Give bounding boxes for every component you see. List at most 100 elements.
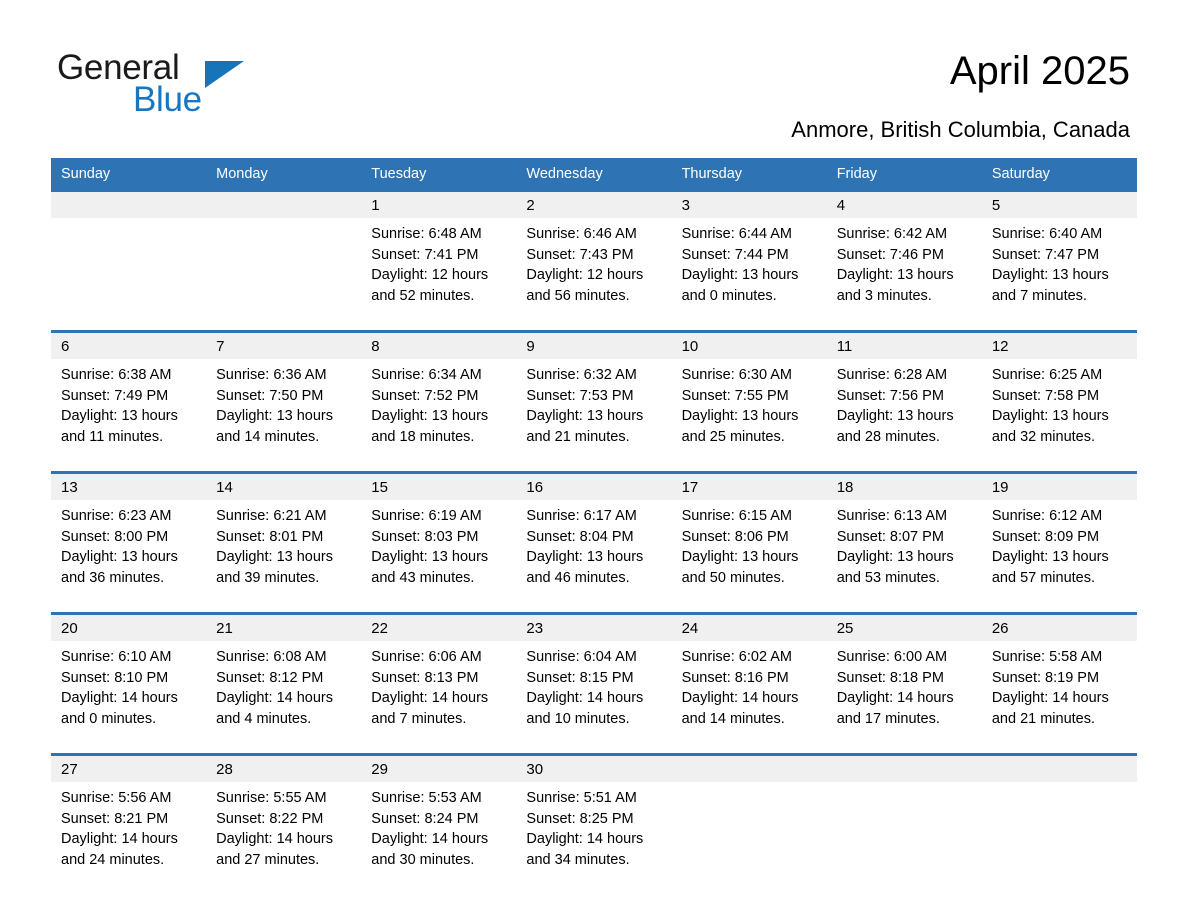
day-cell: Sunrise: 6:36 AM Sunset: 7:50 PM Dayligh…	[206, 359, 362, 473]
day-cell	[671, 782, 827, 886]
day-number: 10	[671, 330, 827, 359]
day-number: 24	[671, 612, 827, 641]
day-detail: Sunrise: 6:13 AM Sunset: 8:07 PM Dayligh…	[836, 508, 954, 586]
week-1-daynumber-row: 1 2 3 4 5	[51, 189, 1137, 218]
day-detail: Sunrise: 6:36 AM Sunset: 7:50 PM Dayligh…	[216, 367, 334, 445]
day-cell: Sunrise: 6:38 AM Sunset: 7:49 PM Dayligh…	[51, 359, 207, 473]
day-cell: Sunrise: 6:21 AM Sunset: 8:01 PM Dayligh…	[206, 500, 362, 614]
day-cell: Sunrise: 6:28 AM Sunset: 7:56 PM Dayligh…	[826, 359, 982, 473]
day-number: 20	[51, 612, 207, 641]
day-cell: Sunrise: 6:19 AM Sunset: 8:03 PM Dayligh…	[361, 500, 517, 614]
day-detail: Sunrise: 5:58 AM Sunset: 8:19 PM Dayligh…	[991, 649, 1109, 727]
day-detail: Sunrise: 6:15 AM Sunset: 8:06 PM Dayligh…	[681, 508, 799, 586]
day-number: 5	[981, 189, 1137, 218]
day-number: 26	[981, 612, 1137, 641]
day-cell: Sunrise: 6:04 AM Sunset: 8:15 PM Dayligh…	[516, 641, 672, 755]
day-cell	[51, 218, 207, 332]
weekday-header-thursday: Thursday	[671, 158, 827, 191]
day-detail: Sunrise: 6:02 AM Sunset: 8:16 PM Dayligh…	[681, 649, 799, 727]
day-cell: Sunrise: 5:53 AM Sunset: 8:24 PM Dayligh…	[361, 782, 517, 886]
week-5-detail-row: Sunrise: 5:56 AM Sunset: 8:21 PM Dayligh…	[51, 782, 1137, 886]
day-cell: Sunrise: 6:23 AM Sunset: 8:00 PM Dayligh…	[51, 500, 207, 614]
day-cell	[981, 782, 1137, 886]
day-number: 11	[826, 330, 982, 359]
day-number: 28	[206, 753, 362, 782]
day-detail: Sunrise: 5:56 AM Sunset: 8:21 PM Dayligh…	[61, 790, 178, 868]
day-detail: Sunrise: 6:21 AM Sunset: 8:01 PM Dayligh…	[216, 508, 334, 586]
week-4-daynumber-row: 20 21 22 23 24 25 26	[51, 612, 1137, 641]
day-number: 21	[206, 612, 362, 641]
day-cell: Sunrise: 5:51 AM Sunset: 8:25 PM Dayligh…	[516, 782, 672, 886]
day-number: 18	[826, 471, 982, 500]
day-number: 22	[361, 612, 517, 641]
day-cell: Sunrise: 6:32 AM Sunset: 7:53 PM Dayligh…	[516, 359, 672, 473]
day-detail: Sunrise: 6:10 AM Sunset: 8:10 PM Dayligh…	[61, 649, 178, 727]
day-number: 12	[981, 330, 1137, 359]
day-number: 13	[51, 471, 207, 500]
day-detail: Sunrise: 6:25 AM Sunset: 7:58 PM Dayligh…	[991, 367, 1109, 445]
week-3-detail-row: Sunrise: 6:23 AM Sunset: 8:00 PM Dayligh…	[51, 500, 1137, 614]
day-number	[671, 753, 827, 782]
week-4-detail-row: Sunrise: 6:10 AM Sunset: 8:10 PM Dayligh…	[51, 641, 1137, 755]
day-detail: Sunrise: 6:06 AM Sunset: 8:13 PM Dayligh…	[371, 649, 489, 727]
day-detail: Sunrise: 6:00 AM Sunset: 8:18 PM Dayligh…	[836, 649, 954, 727]
day-number: 6	[51, 330, 207, 359]
page-subtitle-location: Anmore, British Columbia, Canada	[791, 117, 1130, 142]
day-cell: Sunrise: 6:30 AM Sunset: 7:55 PM Dayligh…	[671, 359, 827, 473]
week-5-daynumber-row: 27 28 29 30	[51, 753, 1137, 782]
day-cell: Sunrise: 6:34 AM Sunset: 7:52 PM Dayligh…	[361, 359, 517, 473]
day-number: 2	[516, 189, 672, 218]
day-cell: Sunrise: 6:17 AM Sunset: 8:04 PM Dayligh…	[516, 500, 672, 614]
day-number: 15	[361, 471, 517, 500]
day-cell: Sunrise: 6:02 AM Sunset: 8:16 PM Dayligh…	[671, 641, 827, 755]
day-number: 4	[826, 189, 982, 218]
weekday-header-friday: Friday	[826, 158, 982, 191]
day-detail: Sunrise: 6:28 AM Sunset: 7:56 PM Dayligh…	[836, 367, 954, 445]
weekday-header-wednesday: Wednesday	[516, 158, 672, 191]
day-number	[206, 189, 362, 218]
day-cell: Sunrise: 6:42 AM Sunset: 7:46 PM Dayligh…	[826, 218, 982, 332]
day-detail: Sunrise: 6:48 AM Sunset: 7:41 PM Dayligh…	[371, 226, 489, 304]
week-1-detail-row: Sunrise: 6:48 AM Sunset: 7:41 PM Dayligh…	[51, 218, 1137, 332]
day-cell: Sunrise: 6:44 AM Sunset: 7:44 PM Dayligh…	[671, 218, 827, 332]
day-number: 16	[516, 471, 672, 500]
calendar-page: General Blue April 2025 Anmore, British …	[0, 0, 1188, 918]
weekday-header-saturday: Saturday	[981, 158, 1137, 191]
day-detail: Sunrise: 6:17 AM Sunset: 8:04 PM Dayligh…	[526, 508, 644, 586]
day-detail: Sunrise: 6:04 AM Sunset: 8:15 PM Dayligh…	[526, 649, 644, 727]
day-cell: Sunrise: 6:00 AM Sunset: 8:18 PM Dayligh…	[826, 641, 982, 755]
day-number: 17	[671, 471, 827, 500]
day-detail: Sunrise: 6:23 AM Sunset: 8:00 PM Dayligh…	[61, 508, 178, 586]
week-2-detail-row: Sunrise: 6:38 AM Sunset: 7:49 PM Dayligh…	[51, 359, 1137, 473]
day-cell: Sunrise: 6:13 AM Sunset: 8:07 PM Dayligh…	[826, 500, 982, 614]
day-cell: Sunrise: 6:15 AM Sunset: 8:06 PM Dayligh…	[671, 500, 827, 614]
day-cell: Sunrise: 5:56 AM Sunset: 8:21 PM Dayligh…	[51, 782, 207, 886]
day-cell: Sunrise: 5:58 AM Sunset: 8:19 PM Dayligh…	[981, 641, 1137, 755]
day-detail: Sunrise: 5:53 AM Sunset: 8:24 PM Dayligh…	[371, 790, 489, 868]
day-cell: Sunrise: 6:10 AM Sunset: 8:10 PM Dayligh…	[51, 641, 207, 755]
day-cell: Sunrise: 6:40 AM Sunset: 7:47 PM Dayligh…	[981, 218, 1137, 332]
day-number: 30	[516, 753, 672, 782]
weekday-header-monday: Monday	[206, 158, 362, 191]
weekday-header-sunday: Sunday	[51, 158, 207, 191]
day-detail: Sunrise: 6:40 AM Sunset: 7:47 PM Dayligh…	[991, 226, 1109, 304]
day-number: 7	[206, 330, 362, 359]
day-detail: Sunrise: 6:34 AM Sunset: 7:52 PM Dayligh…	[371, 367, 489, 445]
day-number: 1	[361, 189, 517, 218]
day-detail: Sunrise: 6:46 AM Sunset: 7:43 PM Dayligh…	[526, 226, 644, 304]
day-cell: Sunrise: 6:08 AM Sunset: 8:12 PM Dayligh…	[206, 641, 362, 755]
day-detail: Sunrise: 5:51 AM Sunset: 8:25 PM Dayligh…	[526, 790, 644, 868]
page-header: General Blue April 2025 Anmore, British …	[0, 0, 1188, 158]
day-cell: Sunrise: 6:46 AM Sunset: 7:43 PM Dayligh…	[516, 218, 672, 332]
week-3-daynumber-row: 13 14 15 16 17 18 19	[51, 471, 1137, 500]
day-number	[981, 753, 1137, 782]
week-2-daynumber-row: 6 7 8 9 10 11 12	[51, 330, 1137, 359]
day-cell: Sunrise: 6:48 AM Sunset: 7:41 PM Dayligh…	[361, 218, 517, 332]
day-cell: Sunrise: 6:25 AM Sunset: 7:58 PM Dayligh…	[981, 359, 1137, 473]
weekday-header-row: Sunday Monday Tuesday Wednesday Thursday…	[51, 158, 1137, 191]
day-cell	[206, 218, 362, 332]
day-number: 9	[516, 330, 672, 359]
day-number: 3	[671, 189, 827, 218]
day-number	[51, 189, 207, 218]
day-number: 27	[51, 753, 207, 782]
